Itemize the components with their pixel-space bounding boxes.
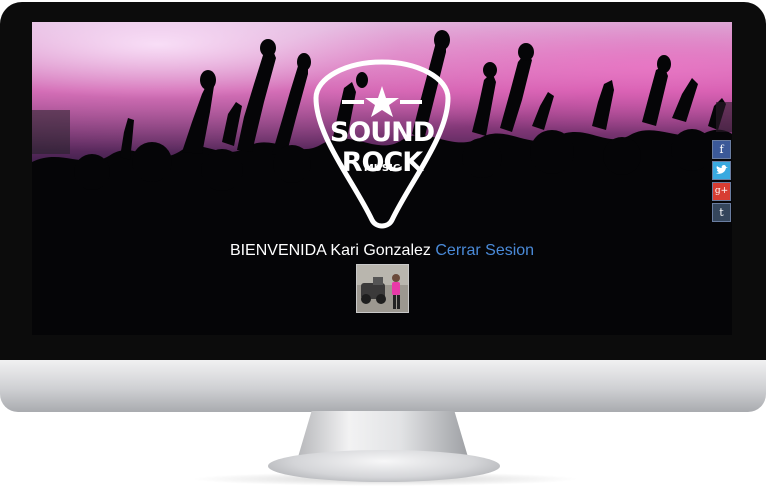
welcome-bar: BIENVENIDA Kari Gonzalez Cerrar Sesion — [32, 241, 732, 261]
social-links: f g+ t — [712, 140, 731, 224]
website-screen: SOUND ROCK MUSIC BIENVENIDA Kari Gonzale… — [32, 22, 732, 335]
monitor-mockup: SOUND ROCK MUSIC BIENVENIDA Kari Gonzale… — [0, 0, 766, 495]
logout-link[interactable]: Cerrar Sesion — [435, 242, 534, 259]
brand-tagline: MUSIC — [363, 163, 401, 174]
monitor-chin — [0, 360, 766, 412]
twitter-bird-glyph — [716, 165, 728, 174]
google-plus-icon[interactable]: g+ — [712, 182, 731, 201]
user-avatar[interactable] — [356, 264, 409, 313]
tumblr-icon[interactable]: t — [712, 203, 731, 222]
facebook-icon[interactable]: f — [712, 140, 731, 159]
monitor-stand-base — [268, 450, 500, 482]
user-photo — [357, 265, 408, 312]
welcome-greeting: BIENVENIDA Kari Gonzalez — [229, 242, 431, 259]
twitter-icon[interactable] — [712, 161, 731, 180]
